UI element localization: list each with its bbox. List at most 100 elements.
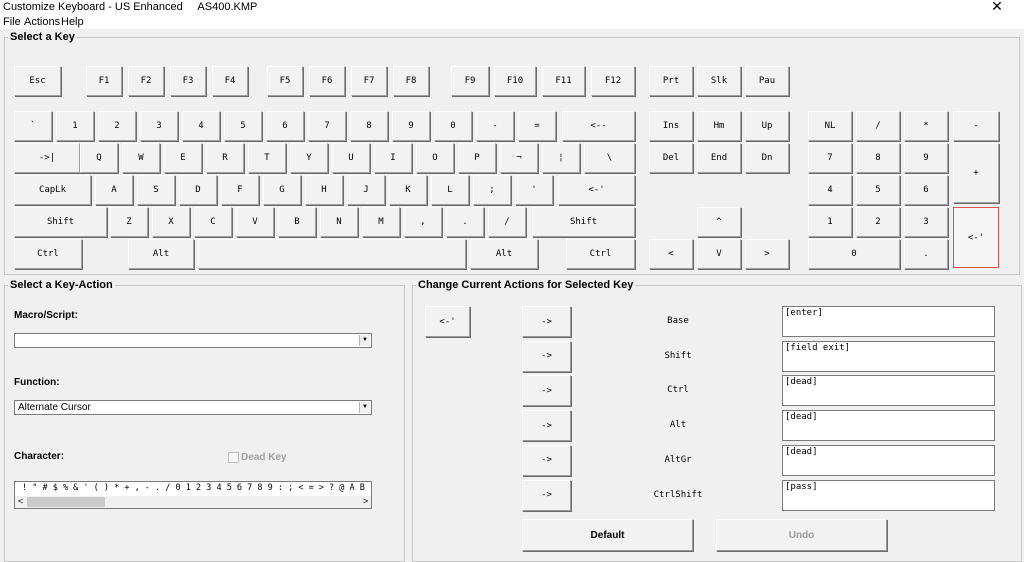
key-2[interactable]: 2	[98, 111, 136, 141]
assign-shift-button[interactable]: ->	[522, 340, 571, 372]
key-g[interactable]: G	[263, 175, 301, 205]
key-k[interactable]: K	[389, 175, 427, 205]
key-d[interactable]: D	[179, 175, 217, 205]
key-arrow-left[interactable]: <	[649, 239, 693, 269]
key-ins[interactable]: Ins	[649, 111, 693, 141]
key-dn[interactable]: Dn	[745, 143, 789, 173]
key-backtick[interactable]: `	[14, 111, 52, 141]
key-rshift[interactable]: Shift	[532, 207, 635, 237]
key-pau[interactable]: Pau	[745, 66, 789, 96]
key-quote[interactable]: '	[515, 175, 553, 205]
key-np9[interactable]: 9	[904, 143, 948, 173]
key-lshift[interactable]: Shift	[14, 207, 107, 237]
chevron-down-icon[interactable]: ▼	[359, 402, 370, 413]
key-8[interactable]: 8	[350, 111, 388, 141]
key-ralt[interactable]: Alt	[470, 239, 538, 269]
macro-select[interactable]: ▼	[14, 333, 372, 348]
key-lctrl[interactable]: Ctrl	[14, 239, 82, 269]
key-u[interactable]: U	[332, 143, 370, 173]
character-list[interactable]: ! " # $ % & ' ( ) * + , - . / 0 1 2 3 4 …	[14, 481, 372, 509]
chevron-down-icon[interactable]: ▼	[359, 335, 370, 346]
key-np-enter[interactable]: <-'	[953, 207, 999, 268]
key-np-plus[interactable]: +	[953, 143, 999, 203]
assign-altgr-button[interactable]: ->	[522, 444, 571, 476]
key-rbracket[interactable]: ¦	[542, 143, 580, 173]
action-field-ctrlshift[interactable]: [pass]	[782, 479, 995, 511]
key-f8[interactable]: F8	[393, 66, 429, 96]
key-np2[interactable]: 2	[856, 207, 900, 237]
assign-ctrl-button[interactable]: ->	[522, 375, 571, 407]
key-caps[interactable]: CapLk	[14, 175, 91, 205]
key-enter[interactable]: <-'	[558, 175, 635, 205]
action-field-altgr[interactable]: [dead]	[782, 444, 995, 476]
key-np5[interactable]: 5	[856, 175, 900, 205]
key-y[interactable]: Y	[290, 143, 328, 173]
key-lalt[interactable]: Alt	[128, 239, 194, 269]
key-t[interactable]: T	[248, 143, 286, 173]
key-np-slash[interactable]: /	[856, 111, 900, 141]
key-tab[interactable]: ->|	[14, 143, 80, 173]
key-comma[interactable]: ,	[404, 207, 442, 237]
key-np7[interactable]: 7	[808, 143, 852, 173]
key-rctrl[interactable]: Ctrl	[566, 239, 635, 269]
key-lbracket[interactable]: ¬	[500, 143, 538, 173]
key-esc[interactable]: Esc	[14, 66, 61, 96]
key-v[interactable]: V	[236, 207, 274, 237]
key-backslash[interactable]: \	[584, 143, 635, 173]
key-b[interactable]: B	[278, 207, 316, 237]
key-f[interactable]: F	[221, 175, 259, 205]
key-np0[interactable]: 0	[808, 239, 900, 269]
assign-alt-button[interactable]: ->	[522, 410, 571, 442]
key-arrow-right[interactable]: >	[745, 239, 789, 269]
key-f1[interactable]: F1	[86, 66, 122, 96]
key-f2[interactable]: F2	[128, 66, 164, 96]
scroll-right-icon[interactable]: >	[363, 496, 368, 506]
key-np-minus[interactable]: -	[953, 111, 999, 141]
key-j[interactable]: J	[347, 175, 385, 205]
key-f12[interactable]: F12	[591, 66, 635, 96]
key-slk[interactable]: Slk	[697, 66, 741, 96]
key-p[interactable]: P	[458, 143, 496, 173]
key-h[interactable]: H	[305, 175, 343, 205]
key-np1[interactable]: 1	[808, 207, 852, 237]
key-np-dot[interactable]: .	[904, 239, 948, 269]
action-field-ctrl[interactable]: [dead]	[782, 375, 995, 407]
key-f3[interactable]: F3	[170, 66, 206, 96]
key-x[interactable]: X	[152, 207, 190, 237]
key-i[interactable]: I	[374, 143, 412, 173]
key-f5[interactable]: F5	[267, 66, 303, 96]
key-hm[interactable]: Hm	[697, 111, 741, 141]
scroll-left-icon[interactable]: <	[18, 496, 23, 506]
key-0[interactable]: 0	[434, 111, 472, 141]
key-l[interactable]: L	[431, 175, 469, 205]
key-nl[interactable]: NL	[808, 111, 852, 141]
key-3[interactable]: 3	[140, 111, 178, 141]
key-np-star[interactable]: *	[904, 111, 948, 141]
key-a[interactable]: A	[95, 175, 133, 205]
key-backspace[interactable]: <--	[562, 111, 635, 141]
key-5[interactable]: 5	[224, 111, 262, 141]
key-q[interactable]: Q	[80, 143, 118, 173]
key-arrow-down[interactable]: V	[697, 239, 741, 269]
assign-ctrlshift-button[interactable]: ->	[522, 479, 571, 511]
key-c[interactable]: C	[194, 207, 232, 237]
key-f4[interactable]: F4	[212, 66, 248, 96]
key-semicolon[interactable]: ;	[473, 175, 511, 205]
function-select[interactable]: Alternate Cursor ▼	[14, 400, 372, 415]
menu-file[interactable]: File	[3, 16, 21, 28]
key-del[interactable]: Del	[649, 143, 693, 173]
key-f10[interactable]: F10	[494, 66, 536, 96]
menu-actions[interactable]: Actions	[24, 16, 60, 28]
action-field-base[interactable]: [enter]	[782, 306, 995, 337]
key-np4[interactable]: 4	[808, 175, 852, 205]
undo-button[interactable]: Undo	[716, 519, 887, 551]
key-up-page[interactable]: Up	[745, 111, 789, 141]
key-f9[interactable]: F9	[451, 66, 489, 96]
key-m[interactable]: M	[362, 207, 400, 237]
assign-base-button[interactable]: ->	[522, 306, 571, 337]
key-9[interactable]: 9	[392, 111, 430, 141]
key-6[interactable]: 6	[266, 111, 304, 141]
close-icon[interactable]: ✕	[985, 0, 1009, 15]
key-z[interactable]: Z	[110, 207, 148, 237]
key-f11[interactable]: F11	[542, 66, 585, 96]
